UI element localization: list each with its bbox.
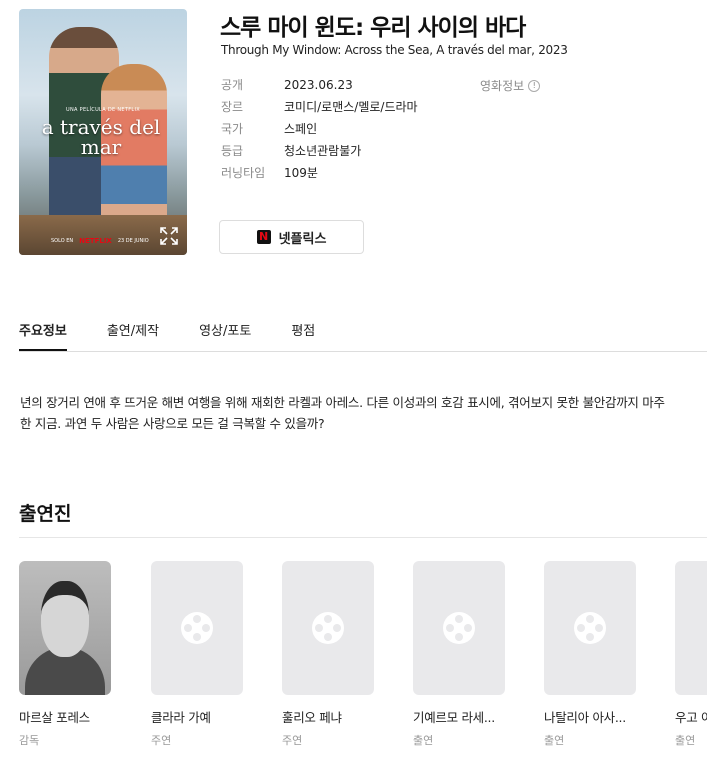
cast-heading: 출연진: [19, 503, 72, 525]
cast-card[interactable]: 마르살 포레스 감독: [19, 561, 119, 748]
movie-original-title: Through My Window: Across the Sea, A tra…: [221, 43, 568, 57]
watch-netflix-button[interactable]: N 넷플릭스: [219, 220, 364, 254]
cast-role: 주연: [151, 734, 172, 747]
cast-role: 출연: [544, 734, 565, 747]
cast-name[interactable]: 마르살 포레스: [19, 707, 119, 726]
cast-role: 감독: [19, 734, 40, 747]
cast-photo-placeholder[interactable]: [151, 561, 243, 695]
synopsis: 년의 장거리 연애 후 뜨거운 해변 여행을 위해 재회한 라켈과 아레스. 다…: [20, 395, 665, 431]
cast-role: 출연: [413, 734, 434, 747]
poster-title-art: a través del mar: [41, 115, 161, 159]
poster-footer-only-on: SOLO EN: [51, 238, 74, 244]
cast-role: 출연: [675, 734, 696, 747]
poster-netflix-logo: NETFLIX: [79, 237, 112, 245]
film-reel-icon: [312, 612, 344, 644]
info-key: 장르: [221, 100, 244, 114]
info-key: 국가: [221, 122, 244, 136]
cast-photo-placeholder[interactable]: [675, 561, 707, 695]
cast-card[interactable]: 나탈리아 아사... 출연: [544, 561, 644, 748]
tab-main-info[interactable]: 주요정보: [19, 318, 67, 351]
cast-name[interactable]: 클라라 가예: [151, 707, 251, 726]
info-value: 2023.06.23: [284, 78, 353, 92]
cast-card[interactable]: 훌리오 페냐 주연: [282, 561, 382, 748]
info-key: 러닝타임: [221, 166, 266, 180]
cast-photo-placeholder[interactable]: [282, 561, 374, 695]
tab-ratings[interactable]: 평점: [291, 318, 315, 350]
film-reel-icon: [574, 612, 606, 644]
cast-name[interactable]: 나탈리아 아사...: [544, 707, 644, 726]
tab-cast-crew[interactable]: 출연/제작: [107, 318, 159, 350]
cast-card[interactable]: 기예르모 라세... 출연: [413, 561, 513, 748]
info-key: 등급: [221, 144, 244, 158]
info-value: 스페인: [284, 122, 318, 136]
cast-photo[interactable]: [19, 561, 111, 695]
cast-name[interactable]: 우고 아: [675, 707, 707, 726]
cast-role: 주연: [282, 734, 303, 747]
movie-title: 스루 마이 윈도: 우리 사이의 바다: [220, 15, 526, 41]
movie-info-label: 영화정보: [480, 79, 525, 93]
movie-info-link[interactable]: 영화정보 !: [480, 77, 541, 94]
info-value: 코미디/로맨스/멜로/드라마: [284, 100, 418, 114]
cast-photo-placeholder[interactable]: [413, 561, 505, 695]
netflix-icon: N: [256, 230, 271, 244]
portrait-face: [41, 581, 89, 657]
info-row-rating: 등급 청소년관람불가: [221, 142, 418, 164]
movie-info-table: 공개 2023.06.23 장르 코미디/로맨스/멜로/드라마 국가 스페인 등…: [221, 76, 418, 186]
info-row-country: 국가 스페인: [221, 120, 418, 142]
cast-name[interactable]: 기예르모 라세...: [413, 707, 513, 726]
poster-release-date: 23 DE JUNIO: [117, 238, 149, 244]
cast-card[interactable]: 클라라 가예 주연: [151, 561, 251, 748]
cast-card[interactable]: 우고 아 출연: [675, 561, 707, 748]
film-reel-icon: [443, 612, 475, 644]
info-row-runtime: 러닝타임 109분: [221, 164, 418, 186]
poster-footer: SOLO EN NETFLIX 23 DE JUNIO: [51, 237, 149, 245]
film-reel-icon: [181, 612, 213, 644]
expand-icon[interactable]: [159, 227, 179, 247]
watch-netflix-label: 넷플릭스: [278, 231, 327, 247]
poster-tagline: UNA PELÍCULA DE NETFLIX: [66, 107, 140, 113]
info-icon: !: [528, 79, 541, 92]
tab-video-photo[interactable]: 영상/포토: [199, 318, 251, 350]
info-row-release: 공개 2023.06.23: [221, 76, 418, 98]
cast-photo-placeholder[interactable]: [544, 561, 636, 695]
info-value: 청소년관람불가: [284, 144, 362, 158]
info-row-genre: 장르 코미디/로맨스/멜로/드라마: [221, 98, 418, 120]
info-key: 공개: [221, 78, 244, 92]
info-value: 109분: [284, 166, 318, 180]
detail-tabs: 주요정보 출연/제작 영상/포토 평점: [19, 318, 707, 352]
cast-name[interactable]: 훌리오 페냐: [282, 707, 382, 726]
divider: [19, 537, 707, 538]
movie-poster[interactable]: UNA PELÍCULA DE NETFLIX a través del mar…: [19, 9, 187, 255]
